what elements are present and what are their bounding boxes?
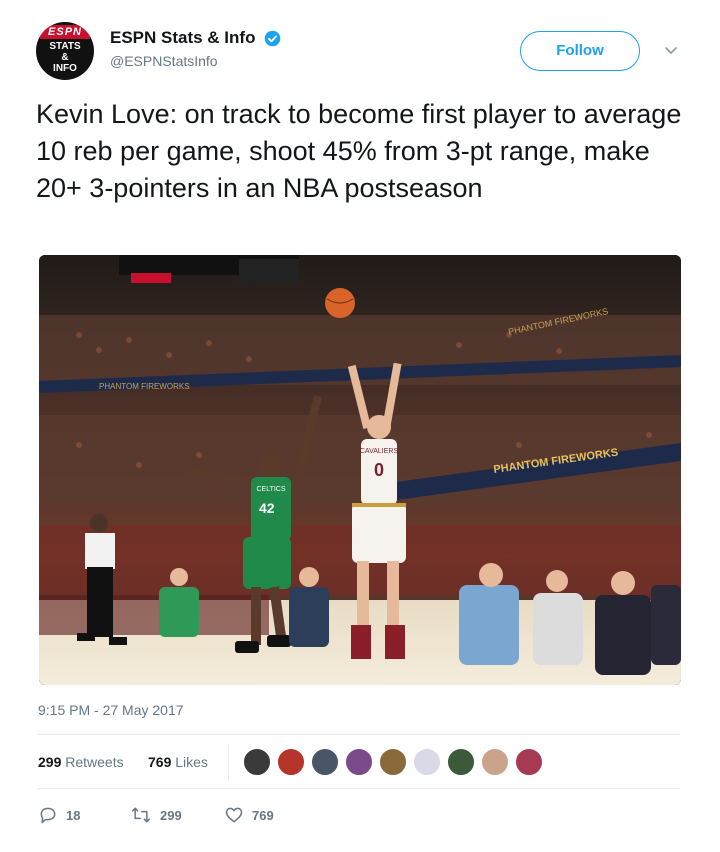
liker-avatar[interactable]: [515, 748, 543, 776]
display-name[interactable]: ESPN Stats & Info: [110, 28, 255, 48]
espn-logo: ESPN: [40, 25, 90, 39]
liker-avatar[interactable]: [311, 748, 339, 776]
jersey-team-text: CAVALIERS: [360, 448, 399, 455]
retweets-label: Retweets: [65, 754, 124, 770]
jersey-team-text: CELTICS: [256, 486, 285, 493]
likes-label: Likes: [175, 754, 208, 770]
chevron-down-icon[interactable]: [663, 42, 679, 58]
reply-count: 18: [66, 807, 81, 823]
account-handle[interactable]: @ESPNStatsInfo: [110, 53, 281, 69]
liker-avatar[interactable]: [345, 748, 373, 776]
liker-avatar[interactable]: [447, 748, 475, 776]
arena-ad-text: PHANTOM FIREWORKS: [99, 382, 190, 391]
liker-avatar[interactable]: [481, 748, 509, 776]
liker-avatar[interactable]: [413, 748, 441, 776]
divider: [38, 734, 680, 735]
avatar[interactable]: ESPN STATS & INFO: [36, 22, 94, 80]
like-button[interactable]: 769: [224, 800, 274, 830]
tweet-timestamp[interactable]: 9:15 PM - 27 May 2017: [38, 702, 184, 718]
name-block: ESPN Stats & Info @ESPNStatsInfo: [110, 28, 281, 69]
heart-icon: [225, 807, 243, 823]
reply-icon: [40, 807, 56, 824]
basketball-game-image: PHANTOM FIREWORKS PHANTOM FIREWORKS PHAN…: [39, 255, 681, 685]
verified-badge-icon: [264, 30, 281, 46]
liker-avatar[interactable]: [379, 748, 407, 776]
tweet-text: Kevin Love: on track to become first pla…: [36, 99, 682, 203]
retweet-button[interactable]: 299: [130, 800, 182, 830]
divider: [38, 788, 680, 789]
tweet-photo[interactable]: PHANTOM FIREWORKS PHANTOM FIREWORKS PHAN…: [39, 255, 681, 685]
likes-count: 769: [148, 754, 172, 770]
liker-avatar[interactable]: [277, 748, 305, 776]
stats-separator: [228, 744, 229, 780]
retweets-count: 299: [38, 754, 62, 770]
jersey-number-text: 42: [259, 500, 275, 516]
tweet-header: ESPN STATS & INFO ESPN Stats & Info @ESPNS…: [36, 22, 686, 82]
retweet-count: 299: [160, 807, 182, 823]
jersey-number-text: 0: [374, 460, 384, 480]
reply-button[interactable]: 18: [38, 800, 80, 830]
engagement-stats: 299 Retweets 769 Likes: [38, 744, 680, 780]
follow-button[interactable]: Follow: [520, 31, 640, 71]
liker-avatar[interactable]: [243, 748, 271, 776]
tweet-actions: 18 299 769: [38, 800, 438, 830]
stats-info-logo-text: STATS & INFO: [49, 41, 81, 74]
retweets-stat[interactable]: 299 Retweets: [38, 754, 124, 770]
like-count: 769: [252, 807, 274, 823]
retweet-icon: [131, 807, 151, 823]
likes-stat[interactable]: 769 Likes: [148, 754, 208, 770]
